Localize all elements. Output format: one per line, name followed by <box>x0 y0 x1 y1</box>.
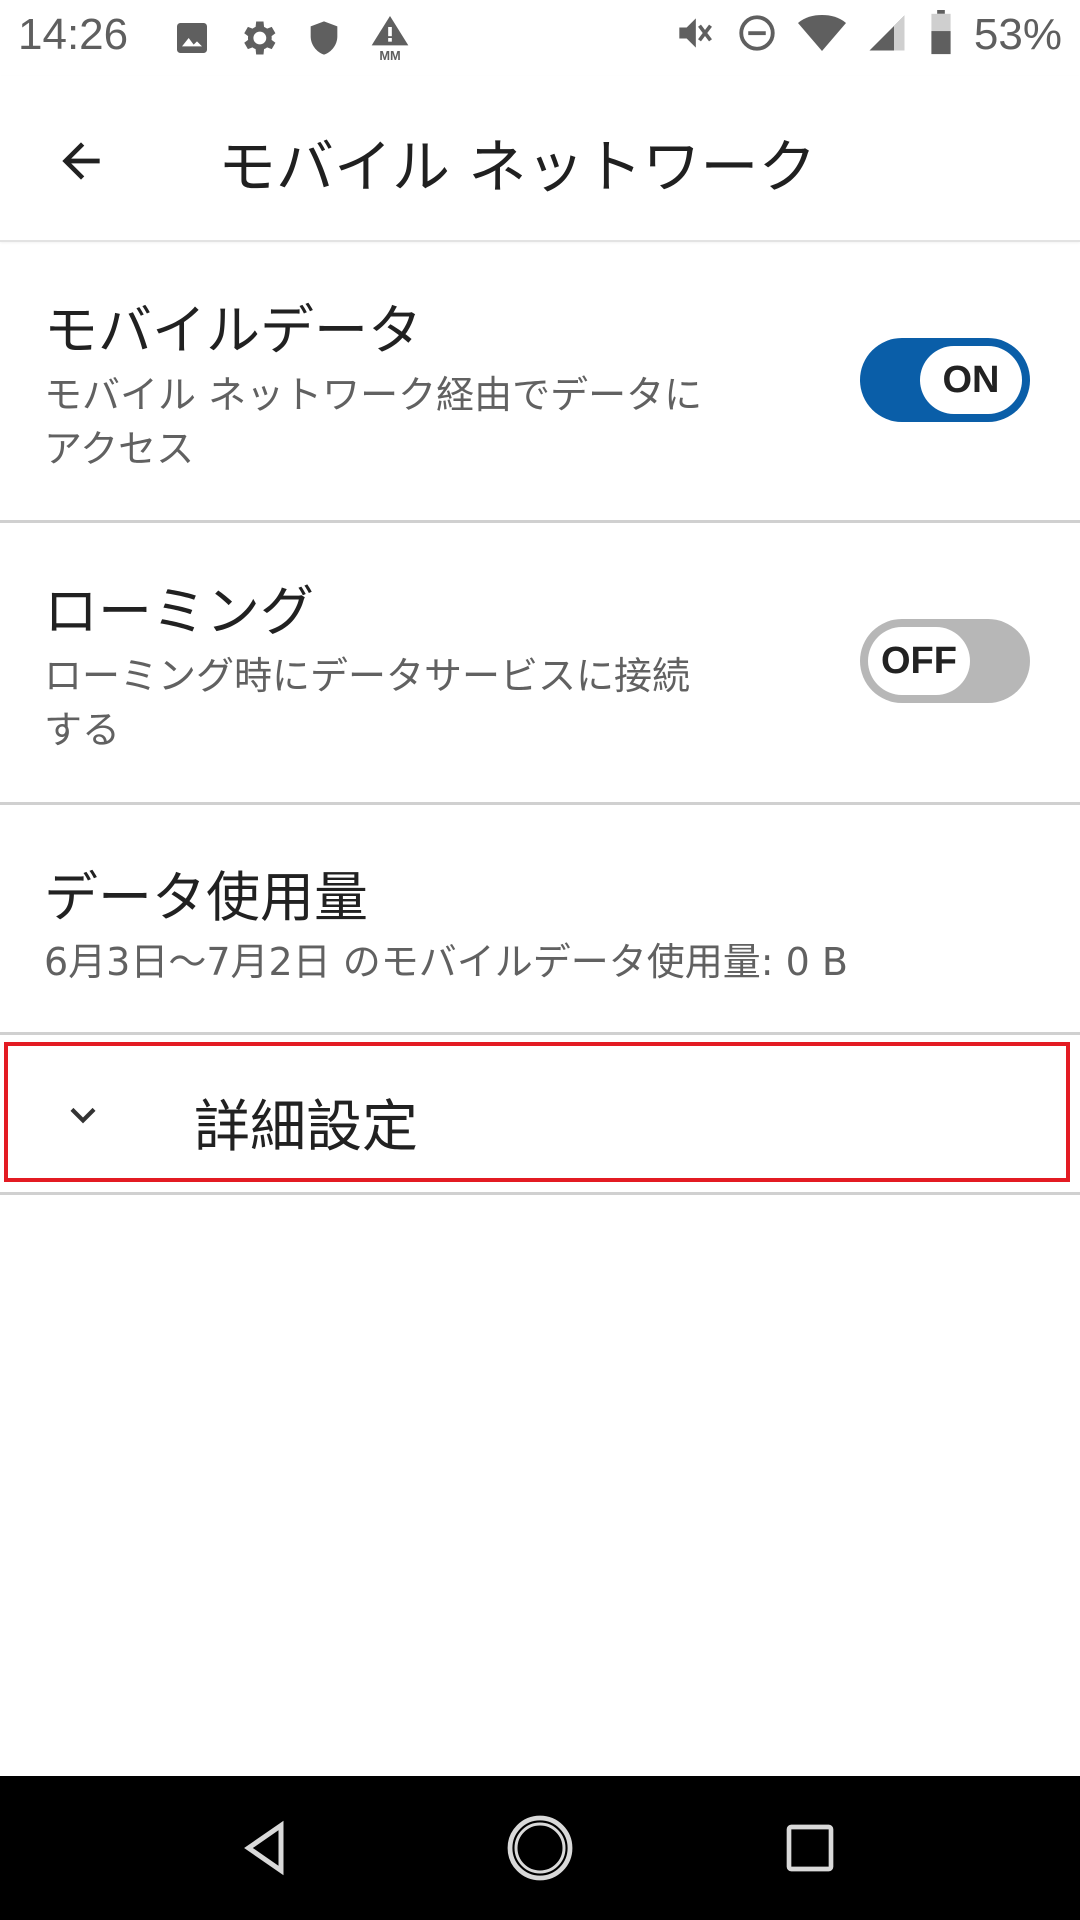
summary-line: する <box>44 708 121 752</box>
toggle-knob: OFF <box>868 627 970 695</box>
pref-mobile-data[interactable]: モバイルデータ モバイル ネットワーク経由でデータに アクセス ON <box>0 242 1080 523</box>
summary-line: ローミング時にデータサービスに接続 <box>44 654 691 698</box>
mobile-data-toggle[interactable]: ON <box>860 338 1030 422</box>
pref-data-usage[interactable]: データ使用量 6月3日〜7月2日 のモバイルデータ使用量: 0 B <box>0 805 1080 1035</box>
battery-icon <box>928 10 954 60</box>
image-icon <box>172 18 212 62</box>
pref-summary: ローミング時にデータサービスに接続 する <box>44 649 764 757</box>
mute-icon <box>672 11 716 59</box>
app-bar: モバイル ネットワーク <box>0 76 1080 242</box>
status-left-icons: MM <box>172 14 412 66</box>
pref-title: ローミング <box>44 580 314 643</box>
navigation-bar <box>0 1776 1080 1920</box>
pref-summary: モバイル ネットワーク経由でデータに アクセス <box>44 368 764 476</box>
nav-recents-button[interactable] <box>774 1812 846 1884</box>
wifi-icon <box>797 12 846 58</box>
home-circle-icon <box>507 1815 573 1881</box>
pref-roaming[interactable]: ローミング ローミング時にデータサービスに接続 する OFF <box>0 523 1080 805</box>
advanced-settings-row[interactable]: 詳細設定 <box>4 1042 1070 1182</box>
pref-summary: 6月3日〜7月2日 のモバイルデータ使用量: 0 B <box>44 940 848 984</box>
roaming-toggle[interactable]: OFF <box>860 619 1030 703</box>
summary-line: アクセス <box>44 427 195 471</box>
shield-icon <box>304 16 344 64</box>
advanced-label: 詳細設定 <box>194 1095 418 1160</box>
pref-title: データ使用量 <box>44 866 368 929</box>
status-time: 14:26 <box>18 10 129 59</box>
signal-icon <box>866 12 908 58</box>
summary-line: モバイル ネットワーク経由でデータに <box>44 373 703 417</box>
battery-percent: 53% <box>973 10 1062 59</box>
square-recents-icon <box>786 1824 834 1872</box>
toggle-knob: ON <box>920 346 1022 414</box>
page-title: モバイル ネットワーク <box>218 133 817 201</box>
gear-icon <box>236 16 280 64</box>
status-bar: 14:26 MM 53% <box>0 0 1080 76</box>
screen: 14:26 MM 53% モバイル ネットワーク モバイルデータ モバイル ネッ… <box>0 0 1080 1920</box>
back-button[interactable] <box>46 126 116 196</box>
pref-title: モバイルデータ <box>44 299 422 362</box>
dnd-icon <box>736 12 778 58</box>
nav-back-button[interactable] <box>230 1812 302 1884</box>
svg-text:MM: MM <box>379 48 400 62</box>
nav-home-button[interactable] <box>504 1812 576 1884</box>
triangle-back-icon <box>244 1820 284 1876</box>
divider <box>0 1192 1080 1195</box>
chevron-down-icon <box>70 1107 96 1124</box>
arrow-back-icon <box>62 142 100 180</box>
warning-mm-icon: MM <box>368 14 412 66</box>
status-right: 53% <box>672 10 1062 60</box>
